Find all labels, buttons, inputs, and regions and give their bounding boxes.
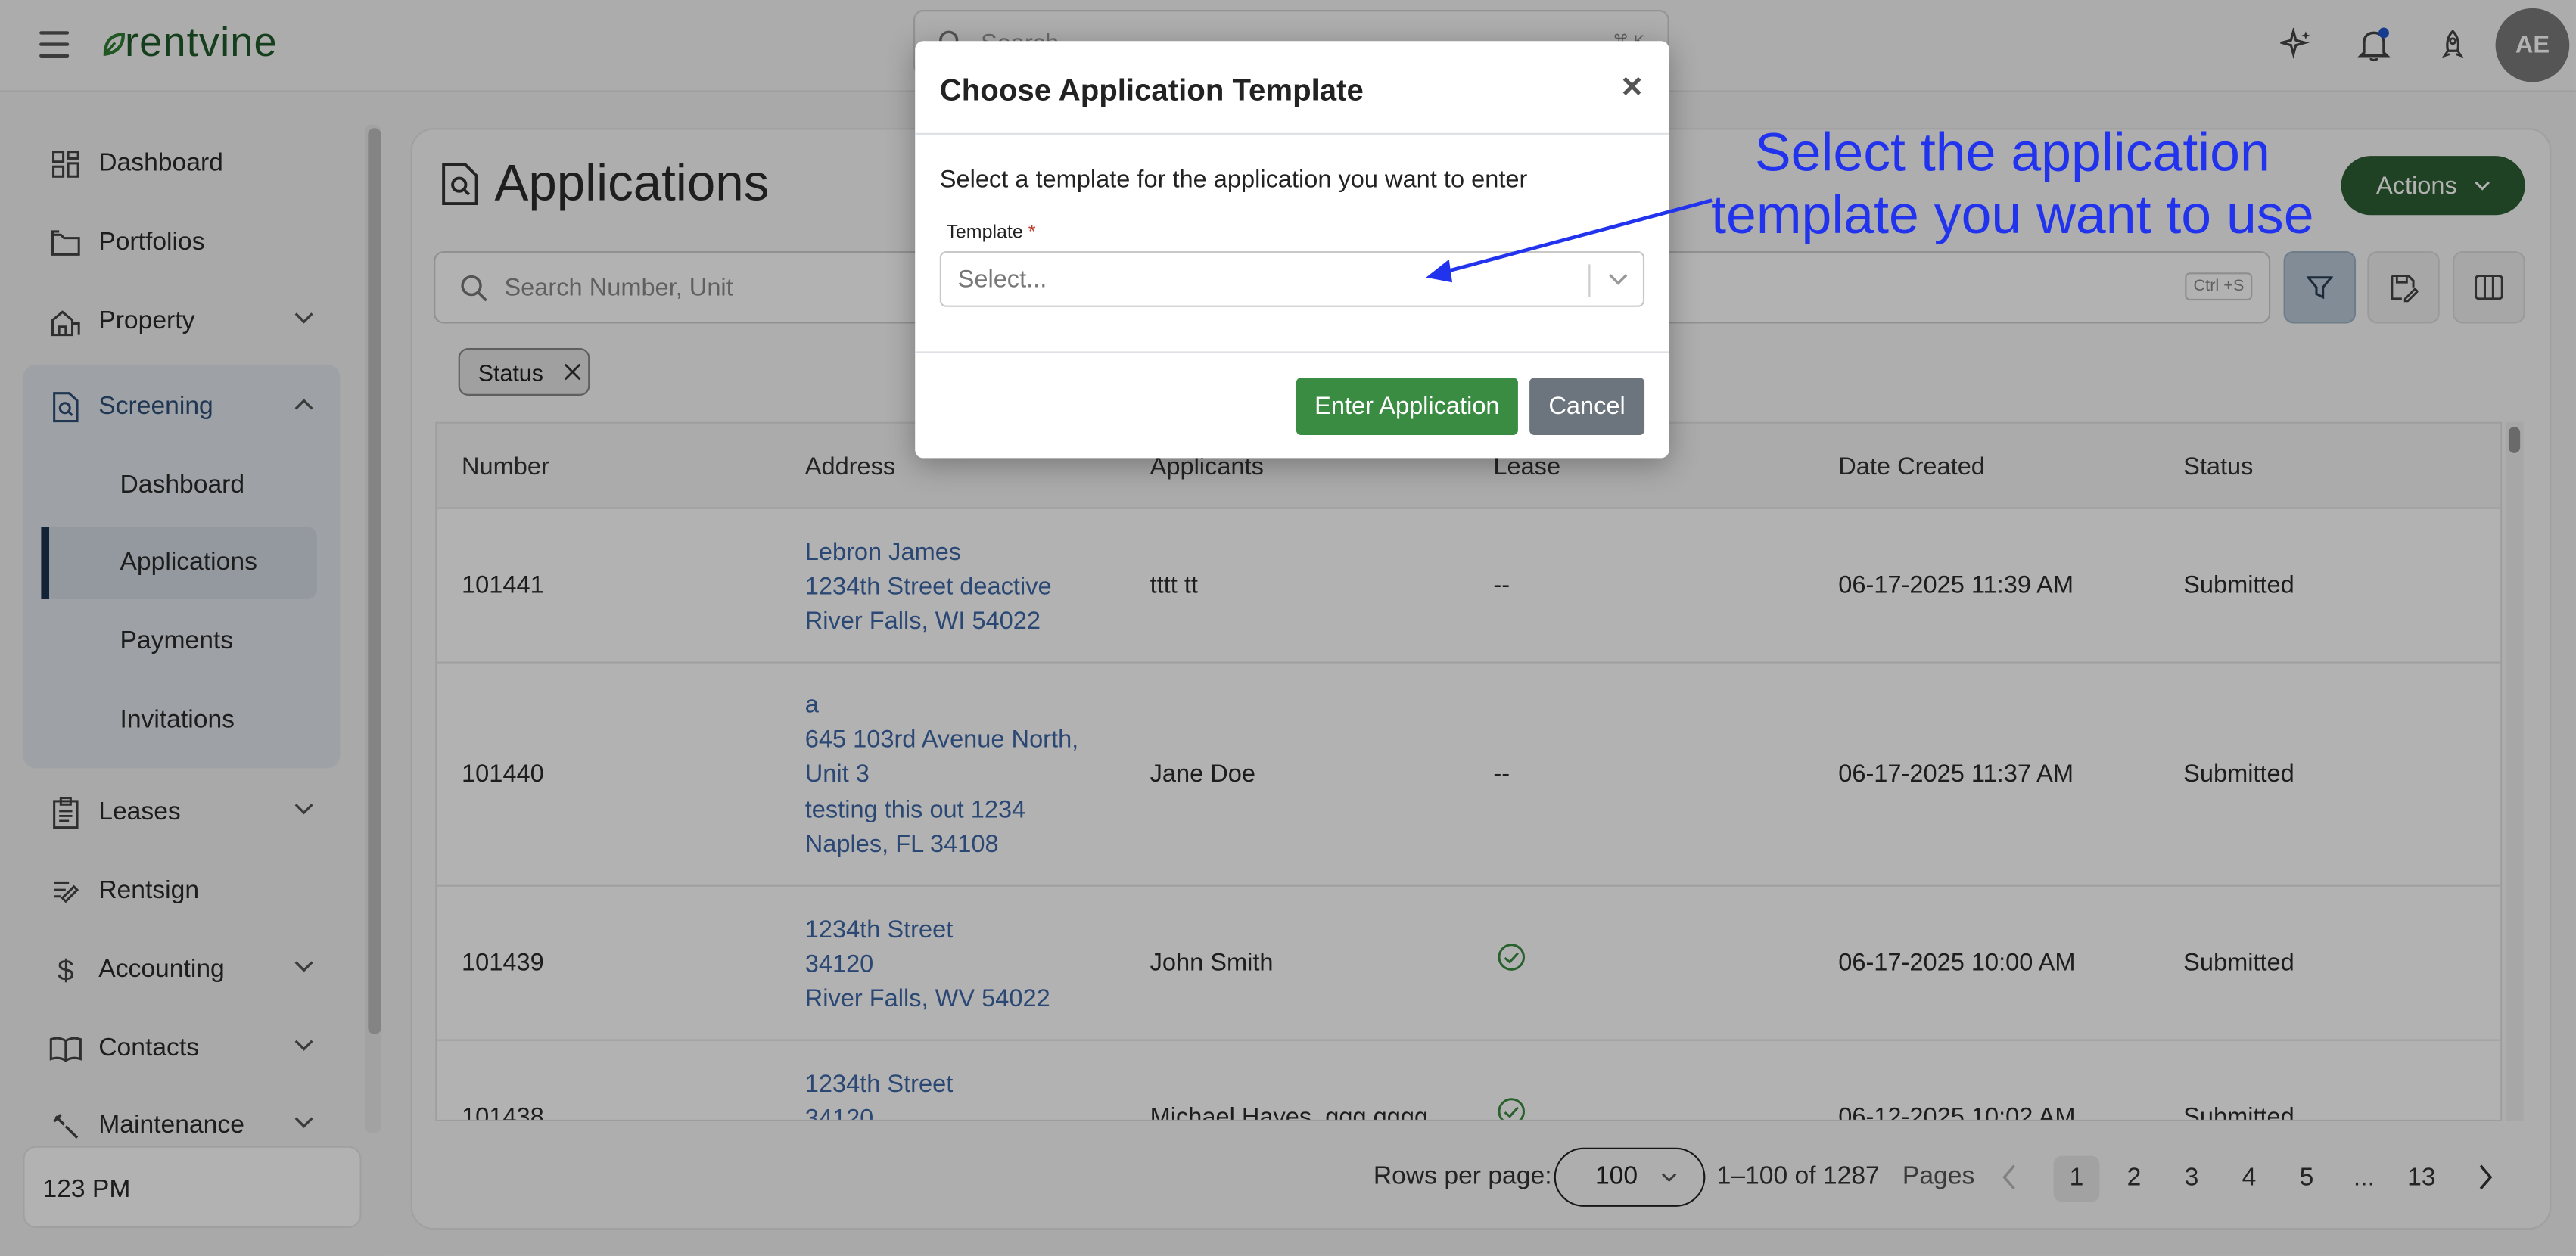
dialog-footer-divider [915, 351, 1669, 353]
chevron-down-icon[interactable] [1607, 268, 1629, 291]
cancel-button[interactable]: Cancel [1529, 378, 1645, 436]
template-field-label: Template * [946, 223, 1035, 243]
template-select[interactable]: Select... [939, 250, 1645, 307]
dialog-title: Choose Application Template [939, 72, 1364, 107]
template-label-text: Template [946, 223, 1023, 244]
close-icon[interactable]: × [1622, 66, 1643, 108]
template-select-placeholder: Select... [957, 266, 1047, 294]
enter-application-button[interactable]: Enter Application [1296, 378, 1518, 436]
choose-template-dialog: Choose Application Template × Select a t… [915, 41, 1669, 459]
dialog-description: Select a template for the application yo… [939, 166, 1528, 194]
tutorial-annotation-text: Select the application template you want… [1711, 121, 2314, 245]
select-separator [1588, 264, 1591, 297]
required-marker: * [1028, 223, 1036, 244]
dialog-header: Choose Application Template × [915, 41, 1669, 135]
